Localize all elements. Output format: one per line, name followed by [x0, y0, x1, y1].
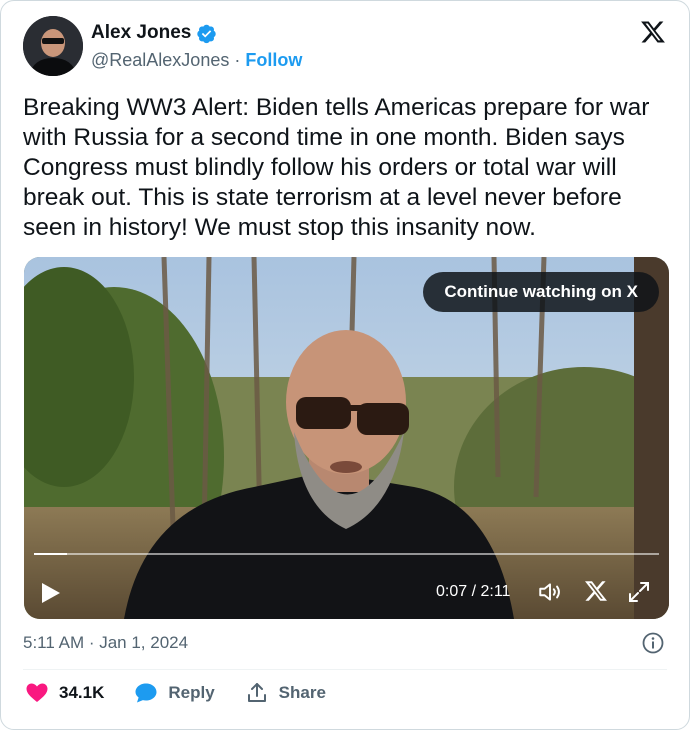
tweet-card: Alex Jones @RealAlexJones · Follow Break…	[0, 0, 690, 730]
share-icon	[247, 683, 266, 702]
heart-icon	[26, 683, 48, 702]
like-count: 34.1K	[59, 683, 105, 702]
video-progress-bar[interactable]	[34, 553, 659, 555]
reply-button[interactable]: Reply	[134, 681, 215, 705]
follow-button[interactable]: Follow	[245, 50, 302, 71]
play-icon[interactable]	[40, 581, 62, 605]
author-handle[interactable]: @RealAlexJones	[91, 50, 229, 71]
separator-dot: ·	[234, 50, 241, 70]
video-player[interactable]: Continue watching on X 0:07 / 2:11	[24, 257, 669, 619]
action-bar: 34.1K Reply Share	[25, 681, 356, 705]
video-progress-fill	[34, 553, 68, 555]
x-logo-icon[interactable]	[584, 579, 608, 603]
tweet-timestamp[interactable]: 5:11 AM · Jan 1, 2024	[23, 633, 188, 653]
divider	[23, 669, 667, 670]
share-label: Share	[278, 683, 326, 702]
avatar[interactable]	[23, 16, 83, 76]
author-name[interactable]: Alex Jones	[91, 22, 191, 44]
like-button[interactable]: 34.1K	[25, 681, 104, 705]
fullscreen-icon[interactable]	[627, 580, 651, 604]
verified-badge-icon	[197, 24, 217, 43]
continue-watching-button[interactable]: Continue watching on X	[423, 272, 659, 312]
reply-label: Reply	[168, 683, 215, 702]
x-logo-icon[interactable]	[639, 19, 667, 45]
reply-bubble-icon	[135, 683, 157, 703]
share-button[interactable]: Share	[245, 681, 326, 705]
author-block: Alex Jones @RealAlexJones · Follow	[91, 21, 302, 71]
video-time: 0:07 / 2:11	[436, 583, 511, 600]
volume-icon[interactable]	[537, 579, 563, 605]
info-icon[interactable]	[641, 631, 665, 655]
tweet-text: Breaking WW3 Alert: Biden tells Americas…	[23, 94, 650, 241]
